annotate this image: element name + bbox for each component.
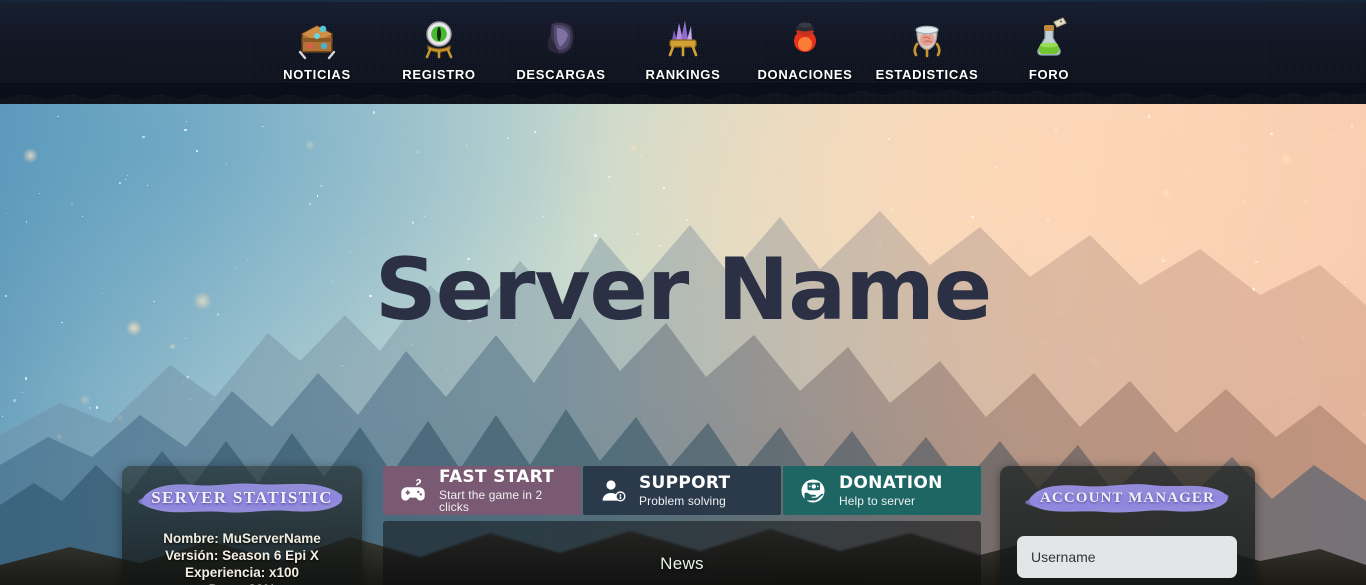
nav-item-estadisticas[interactable]: ESTADISTICAS: [866, 0, 988, 82]
purple-crystal-icon: [668, 20, 698, 57]
support-subtitle: Problem solving: [639, 493, 726, 508]
donation-text: DONATION Help to server: [839, 472, 943, 508]
top-navigation-bar: NOTICIAS REGISTRO DESCARGAS RANKINGS DON…: [0, 0, 1366, 104]
brain-jar-icon: [913, 25, 941, 58]
nav-item-foro[interactable]: FORO: [988, 0, 1110, 82]
main-menu: NOTICIAS REGISTRO DESCARGAS RANKINGS DON…: [0, 0, 1366, 96]
nav-item-registro[interactable]: REGISTRO: [378, 0, 500, 82]
nav-item-label: FORO: [1028, 67, 1070, 82]
nav-item-descargas[interactable]: DESCARGAS: [500, 0, 622, 82]
news-panel: News: [383, 521, 981, 585]
nav-item-donaciones[interactable]: DONACIONES: [744, 0, 866, 82]
support-title: SUPPORT: [639, 472, 731, 493]
server-statistic-line: Nombre: MuServerName: [163, 531, 321, 546]
nav-item-label: NOTICIAS: [283, 67, 351, 82]
treasure-chest-icon: [298, 25, 336, 60]
page-title: Server Name: [374, 240, 992, 340]
server-statistic-header: SERVER STATISTIC: [137, 478, 347, 518]
server-statistic-line: Drop: 80%: [130, 581, 354, 585]
fast-start-subtitle: Start the game in 2 clicks: [439, 487, 543, 514]
fast-start-button[interactable]: FAST START Start the game in 2 clicks: [383, 466, 581, 515]
account-manager-title: ACCOUNT MANAGER: [1040, 489, 1215, 506]
donation-button[interactable]: DONATION Help to server: [783, 466, 981, 515]
server-statistic-list: Nombre: MuServerName Versión: Season 6 Ep…: [122, 530, 362, 585]
dark-armor-helm-icon: [547, 21, 575, 55]
username-input[interactable]: [1017, 536, 1237, 578]
nav-item-label: ESTADISTICAS: [875, 67, 979, 82]
support-text: SUPPORT Problem solving: [639, 472, 731, 508]
donation-subtitle: Help to server: [839, 493, 916, 508]
server-statistic-panel: SERVER STATISTIC Nombre: MuServerName Ver…: [122, 466, 362, 585]
news-title: News: [660, 554, 704, 573]
money-hand-icon: [801, 479, 825, 502]
account-manager-panel: ACCOUNT MANAGER: [1000, 466, 1255, 585]
nav-item-noticias[interactable]: NOTICIAS: [256, 0, 378, 82]
server-statistic-title: SERVER STATISTIC: [151, 488, 333, 507]
server-statistic-line: Versión: Season 6 Epi X: [165, 548, 319, 563]
server-statistic-line: Experiencia: x100: [184, 565, 300, 580]
nav-item-label: REGISTRO: [402, 67, 476, 82]
nav-item-rankings[interactable]: RANKINGS: [622, 0, 744, 82]
support-agent-icon: [602, 479, 626, 501]
support-button[interactable]: SUPPORT Problem solving: [583, 466, 781, 515]
donation-title: DONATION: [839, 472, 943, 493]
action-button-group: FAST START Start the game in 2 clicks SU…: [383, 466, 981, 515]
nav-item-label: RANKINGS: [645, 67, 721, 82]
green-eye-orb-icon: [425, 21, 453, 59]
torn-edge-divider: [0, 83, 1366, 99]
account-manager-header: ACCOUNT MANAGER: [1023, 478, 1233, 518]
nav-item-label: DESCARGAS: [516, 67, 606, 82]
fast-start-title: FAST START: [439, 466, 555, 487]
green-flask-icon: [1037, 17, 1067, 56]
nav-item-label: DONACIONES: [757, 67, 853, 82]
page-root: Server Name NOTICIAS REGISTRO DESCARGAS: [0, 0, 1366, 585]
gamepad-icon: [401, 478, 425, 501]
fast-start-text: FAST START Start the game in 2 clicks: [439, 466, 575, 514]
red-potion-icon: [794, 22, 816, 52]
